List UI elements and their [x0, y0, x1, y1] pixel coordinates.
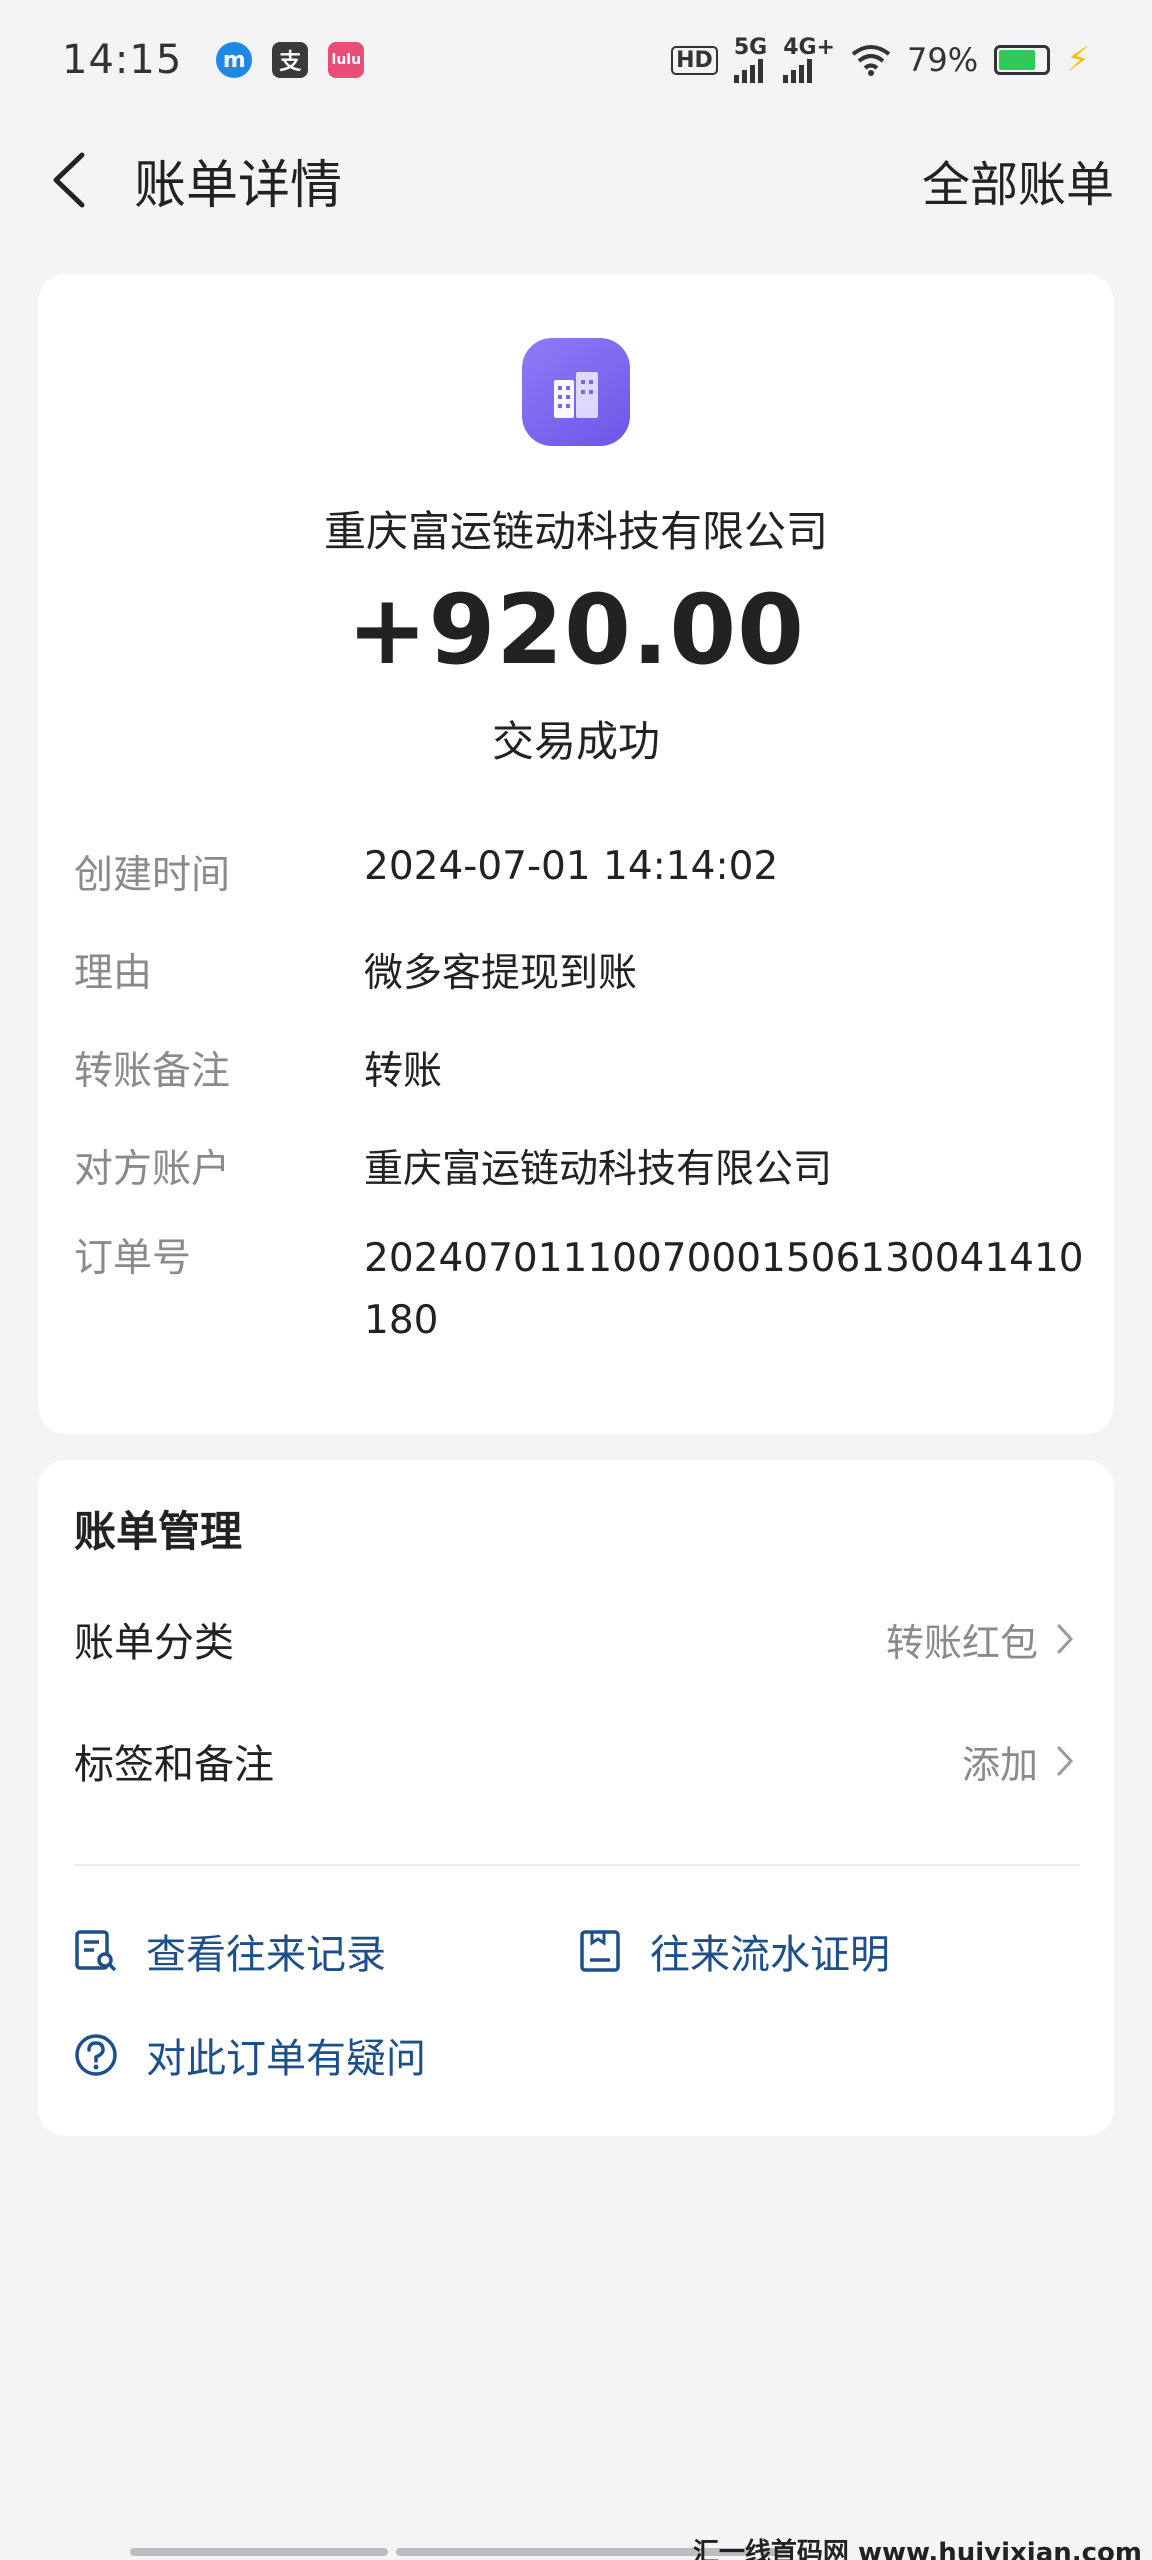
lulu-icon: lulu [328, 42, 365, 78]
nav-header: 账单详情 全部账单 [0, 130, 1152, 230]
battery-fill [999, 50, 1036, 70]
records-search-icon [75, 1930, 117, 1972]
detail-label: 转账备注 [74, 1049, 231, 1094]
chevron-right-icon [1050, 1619, 1080, 1659]
proof-document-icon [580, 1930, 620, 1972]
transaction-card: 重庆富运链动科技有限公司 +920.00 交易成功 创建时间 2024-07-0… [38, 274, 1114, 1434]
notification-icons: m 支 lulu [216, 42, 365, 78]
wifi-icon [851, 45, 891, 76]
page-title: 账单详情 [134, 155, 343, 216]
detail-row-transfer-note: 转账备注 转账 [74, 1040, 1084, 1096]
view-records-label: 查看往来记录 [146, 1932, 386, 1978]
detail-value: 微多客提现到账 [364, 951, 638, 996]
status-time: 14:15 [62, 37, 183, 83]
gesture-bar [130, 2548, 388, 2556]
charging-icon: ⚡ [1066, 40, 1090, 80]
detail-row-created-time: 创建时间 2024-07-01 14:14:02 [74, 844, 1084, 900]
bill-category-value: 转账红包 [885, 1620, 1038, 1665]
manage-title: 账单管理 [74, 1507, 243, 1556]
detail-value: 转账 [364, 1049, 443, 1094]
flow-proof-label: 往来流水证明 [650, 1932, 890, 1978]
tags-notes-value: 添加 [961, 1742, 1038, 1787]
signal-4g-icon: 4G+ [783, 37, 835, 83]
detail-row-reason: 理由 微多客提现到账 [74, 942, 1084, 998]
detail-label: 对方账户 [74, 1147, 231, 1192]
question-icon [75, 2034, 117, 2076]
view-records-link[interactable]: 查看往来记录 [74, 1922, 386, 1980]
net-4g-label: 4G+ [783, 35, 835, 60]
detail-label: 创建时间 [74, 853, 231, 898]
chevron-right-icon [1050, 1741, 1080, 1781]
order-question-label: 对此订单有疑问 [146, 2036, 426, 2082]
app-m-icon: m [216, 42, 253, 78]
detail-label: 订单号 [74, 1236, 192, 1281]
flow-proof-link[interactable]: 往来流水证明 [578, 1922, 890, 1980]
bill-category-label: 账单分类 [74, 1620, 234, 1666]
alipay-icon: 支 [272, 42, 309, 78]
divider [74, 1864, 1080, 1866]
status-right: HD 5G 4G+ 79% ⚡ [671, 37, 1090, 83]
signal-5g-icon: 5G [733, 35, 768, 83]
order-number-value[interactable]: 20240701110070001506130041410180 [364, 1228, 1084, 1352]
all-bills-link[interactable]: 全部账单 [922, 145, 1114, 215]
battery-icon [994, 45, 1051, 75]
tags-notes-label: 标签和备注 [74, 1742, 274, 1788]
status-bar: 14:15 m 支 lulu HD 5G 4G+ 79% ⚡ [0, 0, 1152, 120]
hd-icon: HD [671, 45, 718, 75]
merchant-building-icon [522, 338, 630, 446]
net-5g-label: 5G [733, 35, 768, 60]
detail-value: 重庆富运链动科技有限公司 [364, 1147, 833, 1192]
detail-label: 理由 [74, 951, 153, 996]
detail-value[interactable]: 2024-07-01 14:14:02 [364, 844, 1084, 900]
transaction-amount: +920.00 [347, 574, 805, 686]
bill-category-row[interactable]: 账单分类 转账红包 [74, 1610, 1080, 1668]
merchant-name: 重庆富运链动科技有限公司 [323, 507, 828, 556]
order-question-link[interactable]: 对此订单有疑问 [74, 2026, 426, 2084]
detail-row-counterparty: 对方账户 重庆富运链动科技有限公司 [74, 1138, 1084, 1194]
bill-manage-card: 账单管理 账单分类 转账红包 标签和备注 添加 查看往来记录 往来流水证明 对此… [38, 1460, 1114, 2136]
tags-notes-row[interactable]: 标签和备注 添加 [74, 1732, 1080, 1790]
watermark-text: 汇一线首码网 www.huiyixian.com [692, 2538, 1142, 2560]
detail-row-order-number: 订单号 20240701110070001506130041410180 [74, 1228, 1084, 1352]
battery-percent: 79% [907, 41, 979, 79]
transaction-status: 交易成功 [491, 717, 660, 766]
back-icon[interactable] [38, 150, 98, 210]
